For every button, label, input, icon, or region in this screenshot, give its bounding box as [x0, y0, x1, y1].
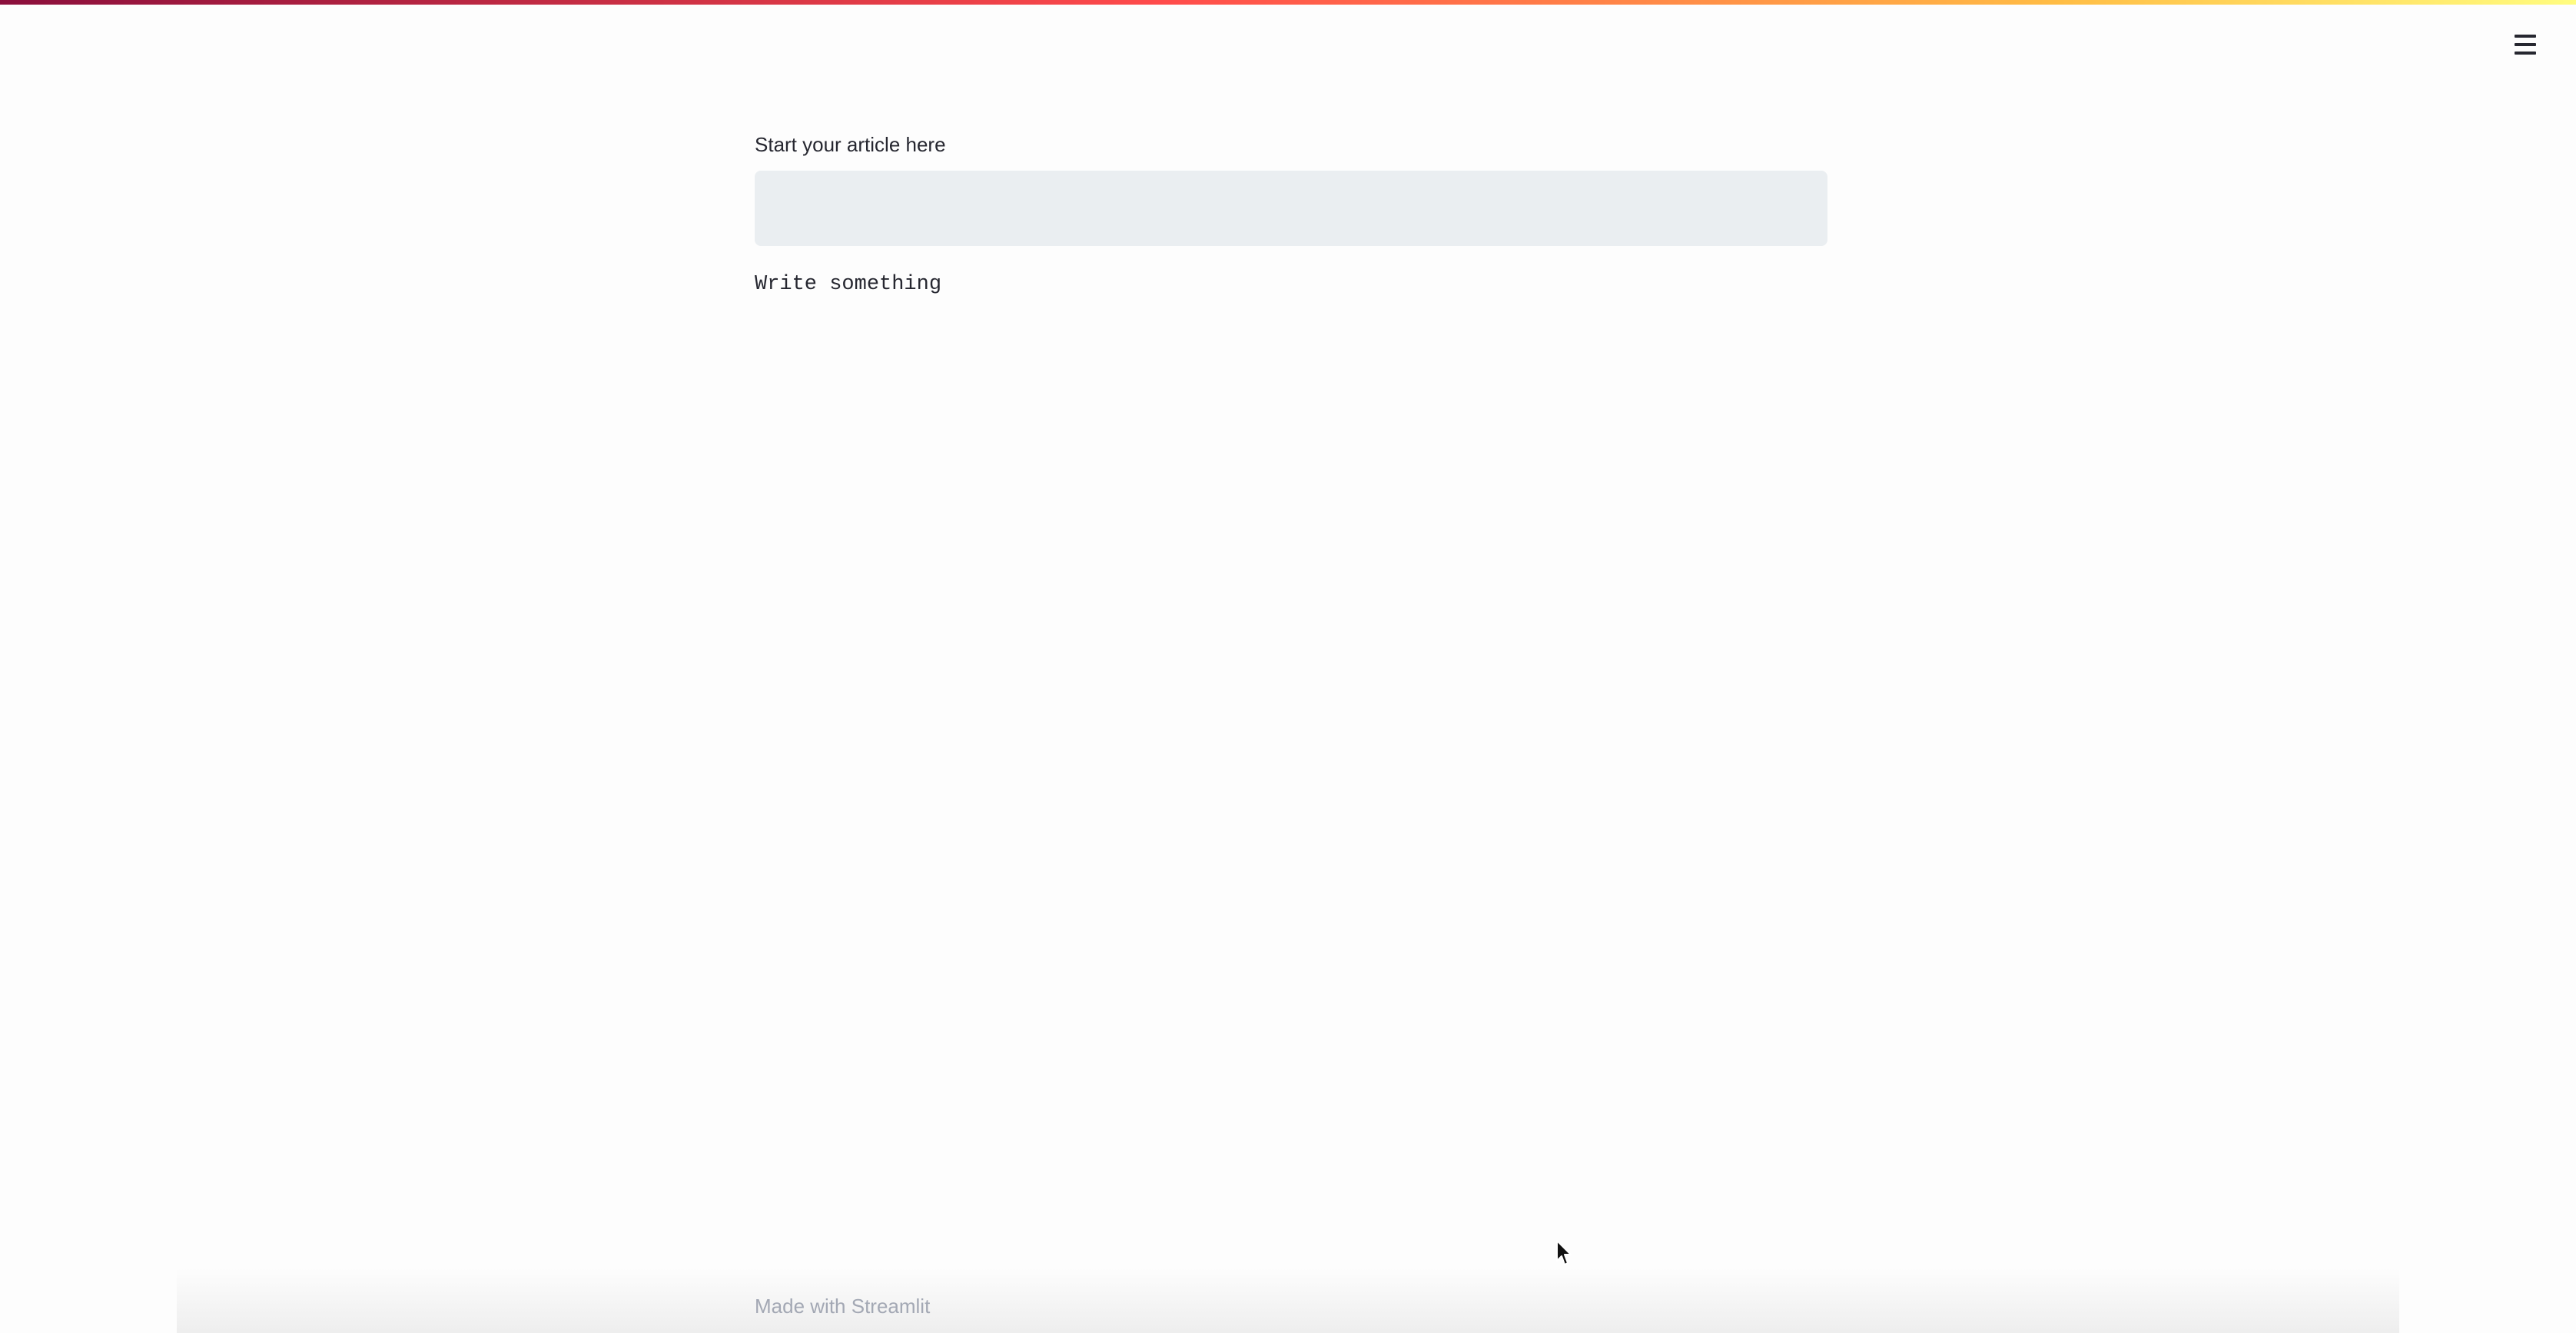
hamburger-menu-icon-bar — [2515, 43, 2536, 46]
made-with-streamlit-footer[interactable]: Made with Streamlit — [755, 1293, 930, 1319]
article-input-label: Start your article here — [755, 133, 946, 156]
mouse-pointer-icon — [1556, 1240, 1572, 1265]
article-output-text: Write something — [755, 273, 942, 296]
hamburger-menu-icon — [2515, 35, 2536, 38]
main-content: Start your article here Write something — [755, 131, 1827, 300]
streamlit-app-page: Start your article here Write something … — [0, 0, 2576, 1333]
main-menu-button[interactable] — [2508, 28, 2542, 61]
top-decoration-bar — [0, 0, 2576, 5]
footer-fade — [177, 1268, 2399, 1333]
article-text-input[interactable] — [755, 171, 1827, 246]
hamburger-menu-icon-bar — [2515, 52, 2536, 55]
